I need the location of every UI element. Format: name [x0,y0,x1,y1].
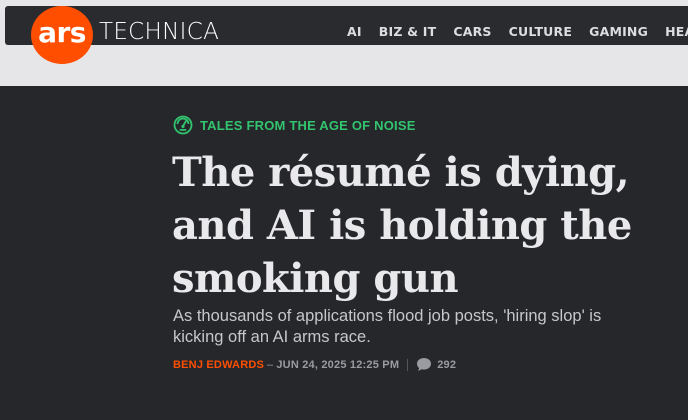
byline-dash: – [267,358,274,371]
site-header: ars TECHNICA AI BIZ & IT CARS CULTURE GA… [5,6,688,64]
nav-item-cars[interactable]: CARS [453,24,491,39]
main-nav: AI BIZ & IT CARS CULTURE GAMING HEALTH [347,24,688,39]
kicker-label: TALES FROM THE AGE OF NOISE [200,117,416,133]
technica-wordmark[interactable]: TECHNICA [99,19,219,45]
nav-item-health[interactable]: HEALTH [665,24,688,39]
nav-item-ai[interactable]: AI [347,24,362,39]
comment-count[interactable]: 292 [437,359,456,371]
nav-item-biz-it[interactable]: BIZ & IT [379,24,437,39]
author-link[interactable]: BENJ EDWARDS [173,359,264,371]
noise-meter-icon [173,115,193,135]
series-kicker[interactable]: TALES FROM THE AGE OF NOISE [173,115,416,135]
nav-item-culture[interactable]: CULTURE [509,24,572,39]
nav-item-gaming[interactable]: GAMING [589,24,648,39]
comment-bubble-icon[interactable] [416,357,432,372]
byline-divider [407,358,409,371]
article-headline: The résumé is dying, and AI is holding t… [172,149,632,302]
publish-date: JUN 24, 2025 12:25 PM [276,358,400,371]
ars-logo[interactable]: ars [31,6,93,64]
article-hero: TALES FROM THE AGE OF NOISE The résumé i… [0,86,688,420]
byline: BENJ EDWARDS – JUN 24, 2025 12:25 PM 292 [173,357,456,372]
article-dek: As thousands of applications flood job p… [173,307,602,346]
